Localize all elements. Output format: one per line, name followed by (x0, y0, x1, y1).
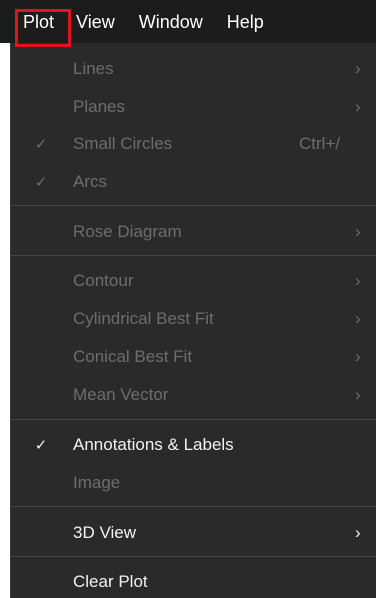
app-window: Plot View Window Help Lines › Planes › ✓… (0, 0, 376, 598)
menubar-item-plot[interactable]: Plot (0, 0, 64, 43)
chevron-right-icon: › (355, 222, 361, 241)
menu-item-annotations-labels[interactable]: ✓ Annotations & Labels (11, 426, 376, 464)
menu-item-label: Rose Diagram (73, 222, 182, 241)
menu-item-label: Conical Best Fit (73, 347, 193, 366)
menu-item-contour[interactable]: Contour › (11, 262, 376, 300)
menu-item-lines[interactable]: Lines › (11, 50, 376, 88)
menu-item-image[interactable]: Image (11, 464, 376, 502)
menubar-item-help[interactable]: Help (215, 0, 276, 43)
chevron-right-icon: › (355, 271, 361, 290)
menubar-item-view[interactable]: View (64, 0, 127, 43)
menu-item-small-circles[interactable]: ✓ Small Circles Ctrl+/ (11, 125, 376, 163)
menu-item-3d-view[interactable]: 3D View › (11, 514, 376, 552)
menu-item-clear-plot[interactable]: Clear Plot (11, 563, 376, 598)
menu-item-label: Lines (73, 59, 114, 78)
menu-separator (11, 419, 376, 420)
menu-separator (11, 556, 376, 557)
menu-item-planes[interactable]: Planes › (11, 88, 376, 126)
menu-item-rose-diagram[interactable]: Rose Diagram › (11, 213, 376, 251)
menubar-item-window[interactable]: Window (127, 0, 215, 43)
menu-item-arcs[interactable]: ✓ Arcs (11, 163, 376, 201)
menu-item-label: Annotations & Labels (73, 435, 234, 454)
menu-separator (11, 205, 376, 206)
plot-dropdown-menu: Lines › Planes › ✓ Small Circles Ctrl+/ … (10, 43, 376, 598)
chevron-right-icon: › (355, 385, 361, 404)
menu-item-label: Small Circles (73, 134, 173, 153)
menu-item-mean-vector[interactable]: Mean Vector › (11, 376, 376, 414)
menu-item-label: Arcs (73, 172, 107, 191)
menu-item-cylindrical-best-fit[interactable]: Cylindrical Best Fit › (11, 300, 376, 338)
menu-item-shortcut: Ctrl+/ (299, 134, 341, 153)
menu-item-label: Cylindrical Best Fit (73, 309, 214, 328)
menu-item-label: Mean Vector (73, 385, 169, 404)
chevron-right-icon: › (355, 523, 361, 542)
chevron-right-icon: › (355, 347, 361, 366)
chevron-right-icon: › (355, 59, 361, 78)
chevron-right-icon: › (355, 97, 361, 116)
menu-item-label: Contour (73, 271, 134, 290)
menu-item-label: 3D View (73, 523, 136, 542)
menu-item-label: Clear Plot (73, 572, 148, 591)
menu-bar: Plot View Window Help (0, 0, 376, 43)
chevron-right-icon: › (355, 309, 361, 328)
checkmark-icon: ✓ (34, 437, 48, 454)
menu-item-label: Planes (73, 97, 125, 116)
menu-separator (11, 506, 376, 507)
menu-item-conical-best-fit[interactable]: Conical Best Fit › (11, 338, 376, 376)
menu-item-label: Image (73, 473, 121, 492)
checkmark-icon: ✓ (34, 174, 48, 191)
menu-separator (11, 255, 376, 256)
checkmark-icon: ✓ (34, 136, 48, 153)
